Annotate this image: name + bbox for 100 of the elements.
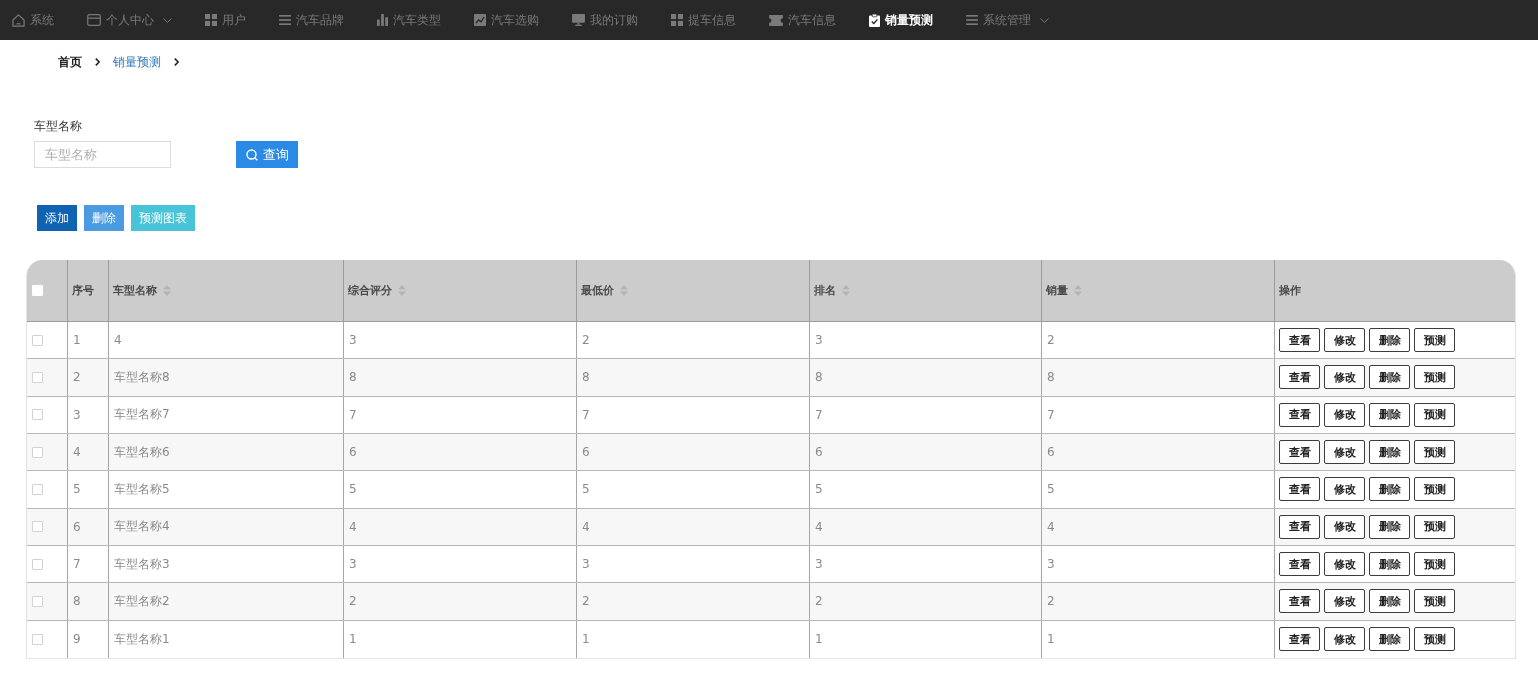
row-checkbox[interactable] [32, 372, 43, 383]
delete-button[interactable]: 删除 [1369, 365, 1410, 390]
nav-item[interactable]: 汽车信息 [769, 11, 836, 29]
column-header: 操作 [1279, 283, 1301, 298]
table-cell: 8 [576, 359, 809, 396]
nav-item[interactable]: 用户 [205, 11, 246, 29]
table-cell: 3 [809, 545, 1041, 583]
sort-icon[interactable] [163, 285, 171, 296]
nav-item[interactable]: 销量预测 [869, 11, 933, 29]
search-button[interactable]: 查询 [236, 141, 298, 168]
grid-icon [205, 14, 217, 26]
breadcrumb-link[interactable]: 首页 [58, 53, 82, 71]
table-cell: 4 [343, 508, 576, 545]
predict-button[interactable]: 预测 [1414, 627, 1455, 652]
delete-button[interactable]: 删除 [1369, 402, 1410, 427]
delete-button[interactable]: 删除 [1369, 514, 1410, 539]
predict-button[interactable]: 预测 [1414, 440, 1455, 465]
nav-item[interactable]: 汽车类型 [377, 11, 441, 29]
delete-button[interactable]: 删除 [1369, 328, 1410, 353]
row-checkbox[interactable] [32, 483, 43, 495]
row-checkbox[interactable] [32, 521, 43, 533]
nav-item[interactable]: 系统管理 [966, 11, 1049, 29]
table-cell: 6 [343, 434, 576, 471]
line-chart-square-icon [474, 14, 486, 26]
edit-button[interactable]: 修改 [1324, 514, 1365, 539]
view-button[interactable]: 查看 [1279, 365, 1320, 390]
predict-button[interactable]: 预测 [1414, 328, 1455, 353]
delete-button[interactable]: 删除 [1369, 440, 1410, 465]
row-checkbox[interactable] [32, 409, 43, 421]
nav-item[interactable]: 汽车品牌 [279, 11, 344, 29]
table-cell: 7 [67, 545, 108, 583]
predict-button[interactable]: 预测 [1414, 365, 1455, 390]
table-cell: 2 [809, 583, 1041, 620]
predict-button[interactable]: 预测 [1414, 514, 1455, 539]
table-cell: 车型名称7 [108, 396, 343, 433]
view-button[interactable]: 查看 [1279, 477, 1320, 502]
view-button[interactable]: 查看 [1279, 328, 1320, 353]
row-checkbox[interactable] [32, 446, 43, 458]
nav-item[interactable]: 个人中心 [87, 11, 172, 29]
sort-icon[interactable] [1074, 285, 1082, 296]
nav-item[interactable]: 系统 [12, 11, 54, 29]
predict-button[interactable]: 预测 [1414, 589, 1455, 614]
table-cell: 2 [576, 322, 809, 359]
home-icon [12, 13, 25, 27]
view-button[interactable]: 查看 [1279, 514, 1320, 539]
breadcrumb-link[interactable]: 销量预测 [113, 53, 161, 71]
delete-button[interactable]: 删除 [1369, 627, 1410, 652]
edit-button[interactable]: 修改 [1324, 589, 1365, 614]
column-header: 销量 [1046, 283, 1068, 298]
view-button[interactable]: 查看 [1279, 552, 1320, 577]
sort-icon[interactable] [842, 285, 850, 296]
table-cell: 4 [108, 322, 343, 359]
view-button[interactable]: 查看 [1279, 627, 1320, 652]
table-cell: 1 [809, 620, 1041, 658]
edit-button[interactable]: 修改 [1324, 402, 1365, 427]
row-checkbox[interactable] [32, 334, 43, 346]
table-cell: 5 [809, 471, 1041, 508]
edit-button[interactable]: 修改 [1324, 552, 1365, 577]
nav-item[interactable]: 我的订购 [572, 11, 638, 29]
add-button[interactable]: 添加 [37, 205, 77, 231]
row-checkbox[interactable] [32, 558, 43, 570]
monitor-icon [572, 14, 585, 26]
list-icon [966, 15, 978, 25]
view-button[interactable]: 查看 [1279, 402, 1320, 427]
view-button[interactable]: 查看 [1279, 440, 1320, 465]
table-cell: 1 [67, 322, 108, 359]
edit-button[interactable]: 修改 [1324, 328, 1365, 353]
search-field[interactable]: 车型名称 [34, 141, 171, 168]
column-header: 最低价 [581, 283, 614, 298]
bar-chart-icon [377, 14, 388, 26]
table-cell: 2 [67, 359, 108, 396]
list-icon [279, 15, 291, 25]
edit-button[interactable]: 修改 [1324, 627, 1365, 652]
select-all-checkbox[interactable] [32, 285, 43, 296]
predict-button[interactable]: 预测 [1414, 402, 1455, 427]
predict-button[interactable]: 预测 [1414, 552, 1455, 577]
table-cell: 6 [809, 434, 1041, 471]
sort-icon[interactable] [620, 285, 628, 296]
edit-button[interactable]: 修改 [1324, 365, 1365, 390]
edit-button[interactable]: 修改 [1324, 440, 1365, 465]
card-icon [87, 14, 101, 26]
edit-button[interactable]: 修改 [1324, 477, 1365, 502]
predict-button[interactable]: 预测 [1414, 477, 1455, 502]
table-cell: 4 [809, 508, 1041, 545]
nav-item[interactable]: 提车信息 [671, 11, 736, 29]
table-cell: 9 [67, 620, 108, 658]
table-cell: 6 [1041, 434, 1274, 471]
table-cell: 5 [343, 471, 576, 508]
delete-button[interactable]: 删除 [1369, 552, 1410, 577]
row-checkbox[interactable] [32, 633, 43, 645]
table-cell: 车型名称3 [108, 545, 343, 583]
view-button[interactable]: 查看 [1279, 589, 1320, 614]
sort-icon[interactable] [398, 285, 406, 296]
column-header: 序号 [72, 283, 94, 298]
delete-button[interactable]: 删除 [1369, 477, 1410, 502]
table-cell: 8 [67, 583, 108, 620]
nav-item[interactable]: 汽车选购 [474, 11, 539, 29]
row-checkbox[interactable] [32, 595, 43, 607]
table-cell: 车型名称2 [108, 583, 343, 620]
delete-button[interactable]: 删除 [1369, 589, 1410, 614]
